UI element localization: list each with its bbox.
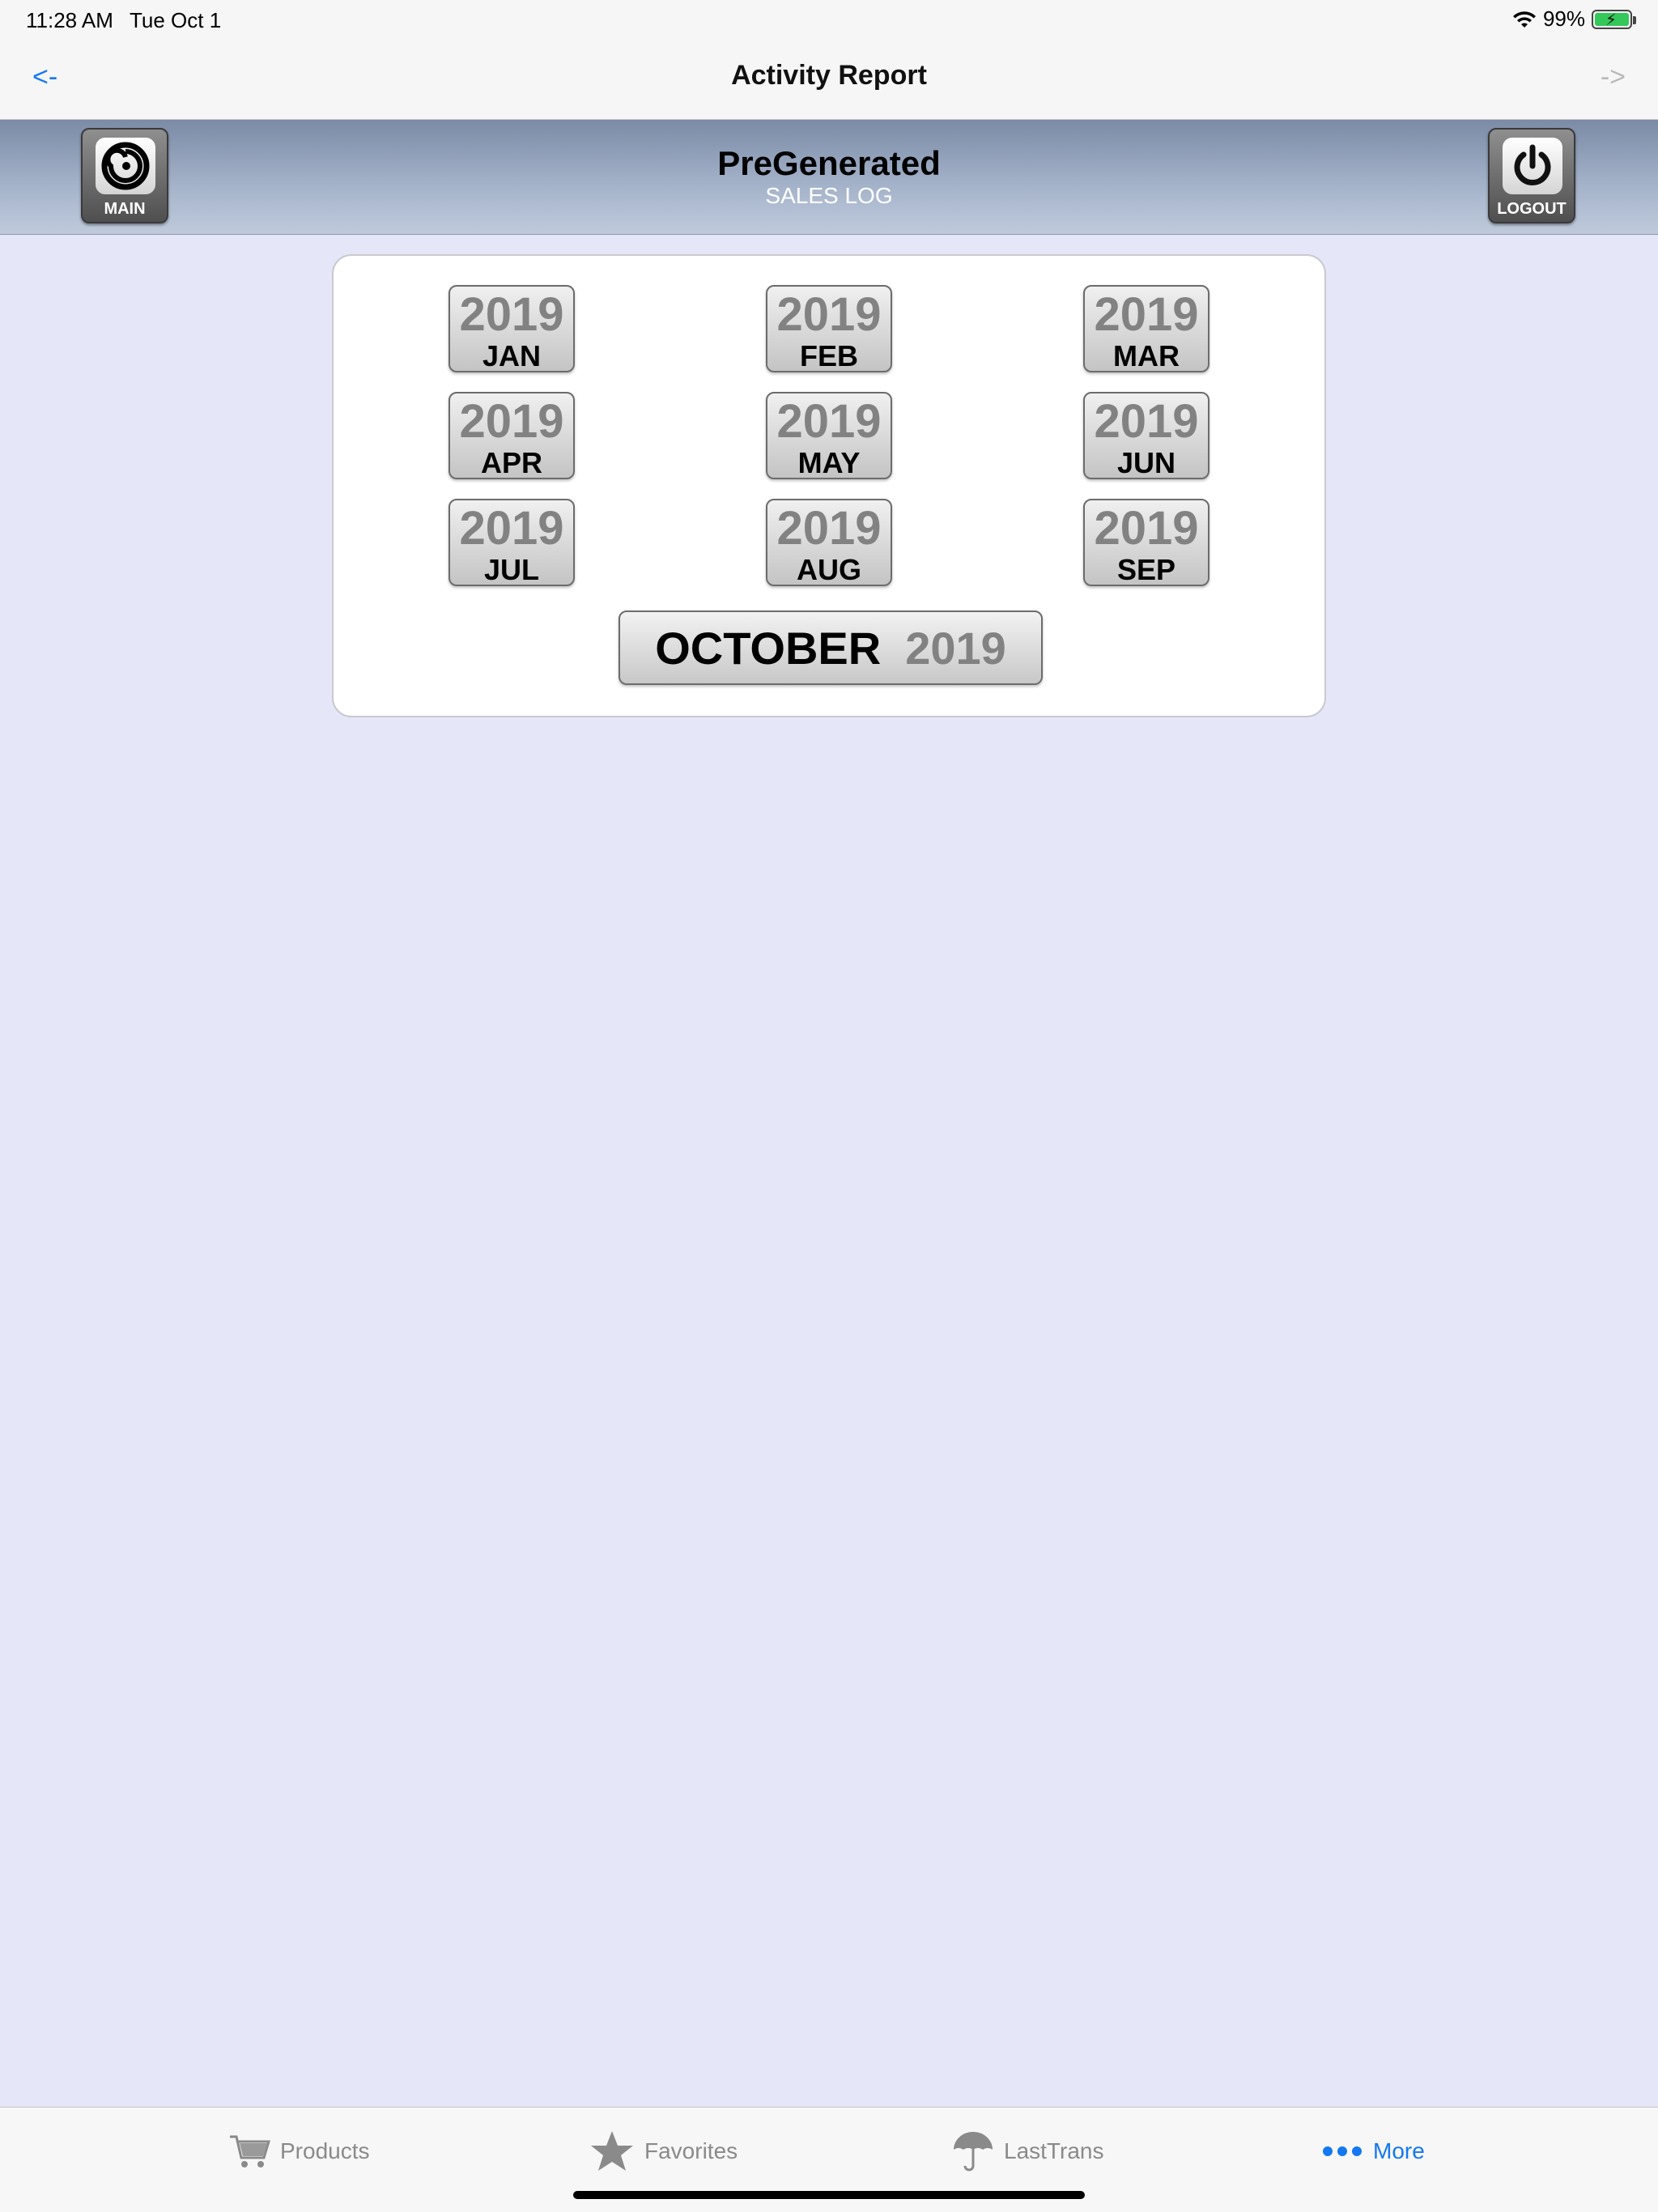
month-year: 2019 [1094,395,1199,448]
page-title: Activity Report [731,60,927,91]
power-icon [1503,138,1562,194]
tab-more[interactable]: More [1321,2127,1425,2176]
tab-lasttrans[interactable]: LastTrans [952,2127,1103,2176]
umbrella-icon [954,2132,993,2172]
month-label: FEB [800,339,858,372]
month-button-jul[interactable]: 2019 JUL [449,499,575,586]
tab-label: Products [280,2138,370,2163]
month-label: SEP [1116,553,1176,586]
month-label: MAR [1113,339,1180,372]
status-date: Tue Oct 1 [130,8,222,32]
status-bar: 11:28 AM Tue Oct 1 99% ⚡ [0,0,1658,39]
month-label: JAN [482,339,542,372]
header-band: MAIN PreGenerated SALES LOG LOGOUT [0,120,1658,235]
month-label: AUG [797,553,861,586]
month-year: 2019 [776,502,882,555]
more-icon [1323,2146,1362,2156]
header-subtitle: SALES LOG [765,183,893,208]
month-button-feb[interactable]: 2019 FEB [766,285,892,372]
current-year-label: 2019 [905,622,1006,674]
tab-label: Favorites [644,2138,738,2163]
tab-label: More [1373,2138,1425,2163]
tab-label: LastTrans [1004,2138,1104,2163]
header-title: PreGenerated [717,144,941,182]
month-button-jan[interactable]: 2019 JAN [449,285,575,372]
month-year: 2019 [1094,502,1199,555]
month-selector-card: 2019 JAN 2019 FEB 2019 MAR 2019 APR 2019… [332,254,1326,717]
current-month-label: OCTOBER [655,622,882,674]
tab-favorites[interactable]: Favorites [589,2127,738,2176]
month-button-aug[interactable]: 2019 AUG [766,499,892,586]
logout-button-label: LOGOUT [1497,200,1567,218]
month-label: JUL [483,553,539,586]
month-button-sep[interactable]: 2019 SEP [1083,499,1209,586]
month-label: JUN [1116,446,1176,479]
month-button-apr[interactable]: 2019 APR [449,392,575,479]
month-year: 2019 [1094,288,1199,341]
month-button-mar[interactable]: 2019 MAR [1083,285,1209,372]
month-button-may[interactable]: 2019 MAY [766,392,892,479]
month-year: 2019 [776,395,882,448]
logout-button[interactable]: LOGOUT [1488,128,1575,223]
wifi-icon [1512,11,1536,28]
navigation-bar: <- Activity Report -> [0,39,1658,120]
month-year: 2019 [776,288,882,341]
month-year: 2019 [459,395,564,448]
status-right: 99% ⚡ [1512,6,1636,32]
month-label: MAY [797,446,861,479]
cart-icon [230,2135,270,2167]
month-year: 2019 [459,288,564,341]
home-indicator[interactable] [573,2191,1085,2199]
current-month-button[interactable]: OCTOBER 2019 [619,610,1043,685]
status-time: 11:28 AM [26,8,113,32]
month-label: APR [480,446,542,479]
battery-icon: ⚡ [1592,9,1636,29]
tab-products[interactable]: Products [228,2127,370,2176]
star-icon [591,2131,633,2171]
battery-percent: 99% [1542,6,1585,31]
app-root: 11:28 AM Tue Oct 1 99% ⚡ <- Activity Rep… [0,0,1658,2212]
forward-button[interactable]: -> [1601,62,1626,93]
month-year: 2019 [459,502,564,555]
month-button-jun[interactable]: 2019 JUN [1083,392,1209,479]
